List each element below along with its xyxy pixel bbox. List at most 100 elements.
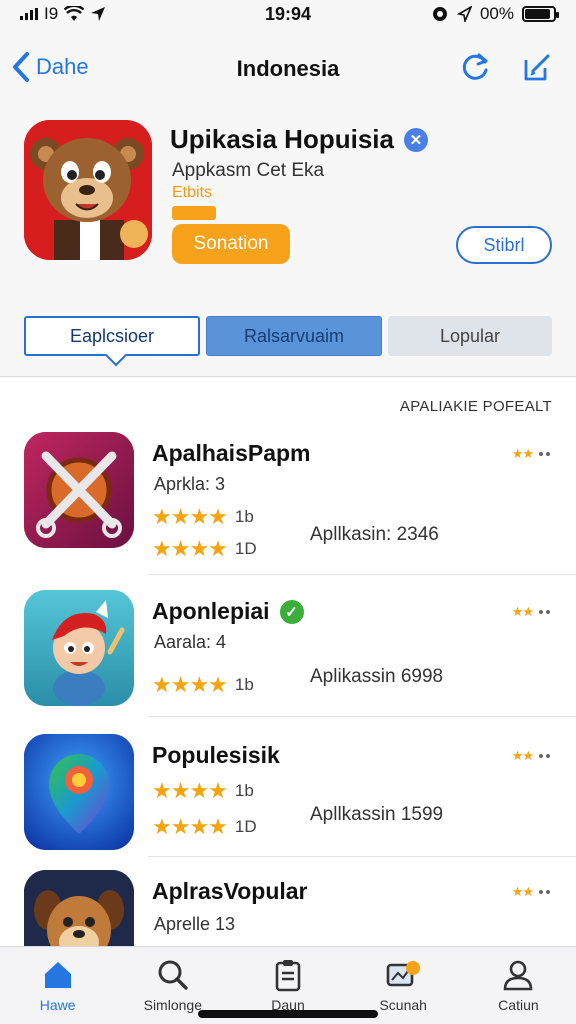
star-rating-icon: ★★★★ [152,536,228,561]
download-count: Apllkassin 1599 [310,804,444,825]
clipboard-icon [275,960,301,992]
app-icon [24,734,134,850]
tab-home[interactable]: Hawe [0,947,115,1024]
row-divider [148,716,576,717]
character-icon [24,590,134,706]
list-item[interactable]: Aponlepiai ✓ Aarala: 4 ★★★★ 1b Aplikassi… [0,590,576,730]
app-subtitle: Aarala: 4 [154,632,227,652]
home-icon [44,962,71,988]
status-time: 19:94 [264,3,312,24]
segment-2[interactable]: Ralsarvuaim [206,316,382,356]
rating-row: ★★★★ 1b [152,778,254,804]
mini-star-icon: ★★ [511,604,534,619]
dog-mascot-icon [24,870,134,946]
scissors-icon [24,432,134,548]
rating-row: ★★★★ 1D [152,536,257,562]
featured-app-subtitle: Appkasm Cet Eka [172,160,325,181]
section-header: APALIAKIE POFEALT [399,398,552,415]
more-options-icon[interactable] [539,610,550,614]
carrier-label: I9 [44,4,59,23]
more-options-icon[interactable] [539,754,550,758]
compose-icon[interactable] [520,50,554,84]
tab-label: Scunah [379,997,427,1013]
battery-percent: 00% [479,4,514,23]
location-arrow-icon [91,7,106,21]
refresh-icon[interactable] [458,50,492,84]
app-name: Populesisik [152,742,280,769]
list-item[interactable]: AplrasVopular Aprelle 13 ★★ [0,870,576,946]
mini-star-icon: ★★ [511,884,534,899]
home-indicator [198,1010,378,1018]
search-icon [158,960,188,990]
featured-app-icon[interactable] [24,120,152,260]
featured-app-title: Upikasia Hopuisia [170,124,394,154]
tab-label: Simlonge [143,997,202,1013]
tab-label: Hawe [39,997,76,1013]
mini-star-icon: ★★ [511,446,534,461]
rating-count: 1D [234,539,257,558]
navigation-bar: Dahe Indonesia [0,40,576,96]
app-title: Populesisik [152,742,280,768]
app-icon [24,590,134,706]
app-title: Aponlepiai [152,598,270,624]
featured-app-name: Upikasia Hopuisia ✕ [170,124,428,155]
person-icon [504,960,533,991]
divider [0,376,576,377]
focus-icon [432,7,447,21]
list-item[interactable]: ApalhaisPapm Aprkla: 3 ★★★★ 1b ★★★★ 1D A… [0,432,576,575]
star-rating-icon: ★★★★ [152,504,228,529]
mini-rating: ★★ [512,446,550,462]
star-rating-icon: ★★★★ [152,672,228,697]
rating-count: 1b [234,507,254,526]
bear-mascot-icon [24,120,152,260]
secondary-button[interactable]: Stibrl [456,226,552,264]
row-divider [148,574,576,575]
segment-1[interactable]: Eaplcsioer [24,316,200,356]
signal-icon [20,8,38,20]
status-left: I9 [20,4,220,24]
back-button[interactable]: Dahe [10,50,89,84]
app-name: ApalhaisPapm [152,440,311,467]
get-button[interactable]: Sonation [172,224,290,264]
app-name: AplrasVopular [152,878,308,905]
verified-badge-icon: ✕ [403,127,428,152]
wifi-icon [64,6,85,21]
tab-label: Catiun [498,997,539,1013]
rating-row: ★★★★ 1D [152,814,257,840]
updates-icon [386,961,421,987]
mini-rating: ★★ [512,884,550,900]
featured-app: Upikasia Hopuisia ✕ Appkasm Cet Eka Etbi… [0,120,576,270]
mini-star-icon: ★★ [511,748,534,763]
app-subtitle: Aprkla: 3 [154,474,226,494]
more-options-icon[interactable] [539,452,550,456]
star-rating-icon: ★★★★ [152,814,228,839]
download-count: Apllkasin: 2346 [310,524,439,545]
rating-row: ★★★★ 1b [152,504,254,530]
more-options-icon[interactable] [539,890,550,894]
verified-check-icon: ✓ [279,599,304,624]
segment-3[interactable]: Lopular [388,316,552,356]
navigation-icon [456,6,472,22]
segmented-control: Eaplcsioer Ralsarvuaim Lopular [24,316,552,358]
app-name: Aponlepiai ✓ [152,598,304,625]
rating-count: 1b [234,781,254,800]
battery-icon [522,6,559,22]
list-item[interactable]: Populesisik ★★★★ 1b ★★★★ 1D Apllkassin 1… [0,734,576,874]
chevron-left-icon [13,52,29,82]
nav-actions [458,50,554,84]
app-title: ApalhaisPapm [152,440,311,466]
status-bar: I9 19:94 00% [0,0,576,28]
back-label: Dahe [36,54,89,79]
featured-app-tag: Etbits [172,184,213,201]
tab-account[interactable]: Catiun [461,947,576,1024]
rating-count: 1b [234,675,254,694]
star-rating-icon: ★★★★ [152,778,228,803]
app-icon [24,432,134,548]
map-pin-icon [24,734,134,850]
app-subtitle: Aprelle 13 [154,914,236,934]
row-divider [148,856,576,857]
tag-bar [172,206,216,220]
rating-row: ★★★★ 1b [152,672,254,698]
download-count: Aplikassin 6998 [310,666,444,687]
rating-count: 1D [234,817,257,836]
